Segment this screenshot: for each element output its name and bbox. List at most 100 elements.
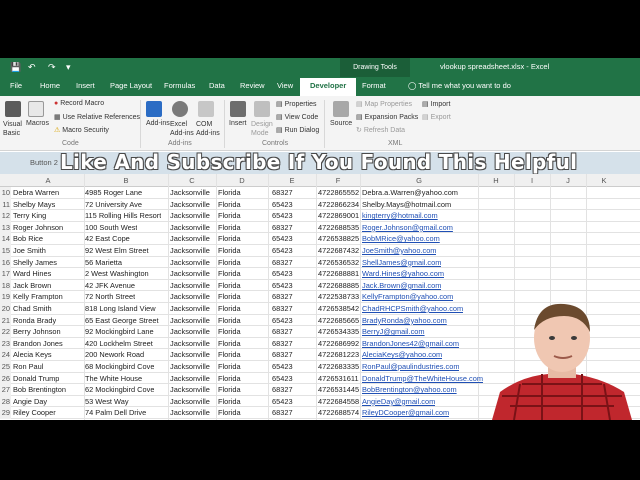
row-number[interactable]: 16 (0, 256, 11, 269)
cell-e[interactable]: 65423 (272, 361, 293, 372)
macro-security-button[interactable]: ⚠ Macro Security (54, 126, 109, 134)
cell-d[interactable]: Florida (218, 384, 241, 395)
macros-button[interactable]: Macros (26, 120, 49, 127)
cell-f[interactable]: 4722688881 (318, 268, 359, 279)
cell-f[interactable]: 4722681223 (318, 349, 359, 360)
cell-e[interactable]: 68327 (272, 338, 293, 349)
cell-g[interactable]: BerryJ@gmail.com (362, 326, 425, 337)
cell-d[interactable]: Florida (218, 396, 241, 407)
cell-c[interactable]: Jacksonville (170, 361, 210, 372)
cell-d[interactable]: Florida (218, 315, 241, 326)
row-number[interactable]: 24 (0, 349, 11, 361)
column-header-c[interactable]: C (168, 176, 216, 185)
customize-qat-icon[interactable]: ▾ (66, 62, 71, 73)
cell-f[interactable]: 4722684558 (318, 396, 359, 407)
cell-c[interactable]: Jacksonville (170, 257, 210, 268)
cell-a[interactable]: Shelly James (13, 257, 57, 268)
cell-g[interactable]: DonaldTrump@TheWhiteHouse.com (362, 373, 483, 384)
tab-page-layout[interactable]: Page Layout (110, 81, 152, 90)
cell-e[interactable]: 68327 (272, 326, 293, 337)
cell-b[interactable]: 200 Nework Road (85, 349, 144, 360)
cell-b[interactable]: 4985 Roger Lane (85, 187, 142, 198)
cell-f[interactable]: 4722688535 (318, 222, 359, 233)
cell-d[interactable]: Florida (218, 326, 241, 337)
redo-icon[interactable]: ↷ (48, 62, 56, 73)
tell-me-search[interactable]: ◯ Tell me what you want to do (408, 81, 511, 90)
tab-view[interactable]: View (277, 81, 293, 90)
cell-g[interactable]: ChadRHCPSmith@yahoo.com (362, 303, 463, 314)
insert-control-button[interactable]: Insert (229, 120, 247, 127)
cell-f[interactable]: 4726538542 (318, 303, 359, 314)
column-header-i[interactable]: I (514, 176, 550, 185)
cell-b[interactable]: The White House (85, 373, 142, 384)
cell-f[interactable]: 4726534335 (318, 326, 359, 337)
cell-f[interactable]: 4722686992 (318, 338, 359, 349)
record-macro-button[interactable]: ● Record Macro (54, 100, 104, 107)
cell-e[interactable]: 65423 (272, 280, 293, 291)
cell-c[interactable]: Jacksonville (170, 326, 210, 337)
cell-e[interactable]: 68327 (272, 291, 293, 302)
cell-a[interactable]: Brandon Jones (13, 338, 63, 349)
tab-home[interactable]: Home (40, 81, 60, 90)
cell-d[interactable]: Florida (218, 199, 241, 210)
column-header-j[interactable]: J (550, 176, 586, 185)
cell-c[interactable]: Jacksonville (170, 315, 210, 326)
cell-e[interactable]: 65423 (272, 396, 293, 407)
cell-f[interactable]: 4722685665 (318, 315, 359, 326)
cell-a[interactable]: Alecia Keys (13, 349, 52, 360)
cell-f[interactable]: 4722688885 (318, 280, 359, 291)
cell-f[interactable]: 4722869001 (318, 210, 359, 221)
cell-g[interactable]: JoeSmith@yahoo.com (362, 245, 436, 256)
row-number[interactable]: 25 (0, 361, 11, 373)
row-number[interactable]: 23 (0, 337, 11, 350)
cell-d[interactable]: Florida (218, 349, 241, 360)
row-number[interactable]: 19 (0, 291, 11, 303)
cell-g[interactable]: BrandonJones42@gmail.com (362, 338, 459, 349)
row-number[interactable]: 11 (0, 198, 11, 211)
cell-g[interactable]: Shelby.Mays@hotmail.com (362, 199, 451, 210)
cell-a[interactable]: Roger Johnson (13, 222, 63, 233)
cell-a[interactable]: Bob Brentington (13, 384, 66, 395)
cell-a[interactable]: Jack Brown (13, 280, 51, 291)
cell-e[interactable]: 65423 (272, 245, 293, 256)
row-number[interactable]: 17 (0, 268, 11, 280)
row-number[interactable]: 29 (0, 407, 11, 419)
cell-b[interactable]: 65 East George Street (85, 315, 159, 326)
row-number[interactable]: 15 (0, 245, 11, 257)
row-number[interactable]: 21 (0, 314, 11, 327)
cell-b[interactable]: 62 Mockingbird Cove (85, 384, 154, 395)
cell-f[interactable]: 4722538733 (318, 291, 359, 302)
tab-developer[interactable]: Developer (300, 78, 357, 96)
macros-icon[interactable] (28, 101, 44, 117)
cell-e[interactable]: 68327 (272, 407, 293, 418)
cell-e[interactable]: 65423 (272, 210, 293, 221)
source-button[interactable]: Source (330, 120, 352, 127)
undo-icon[interactable]: ↶ (28, 62, 36, 73)
cell-g[interactable]: BobMRice@yahoo.com (362, 233, 440, 244)
row-number[interactable]: 18 (0, 279, 11, 292)
row-number[interactable]: 14 (0, 233, 11, 245)
cell-d[interactable]: Florida (218, 257, 241, 268)
cell-b[interactable]: 53 West Way (85, 396, 129, 407)
row-number[interactable]: 28 (0, 395, 11, 408)
row-number[interactable]: 26 (0, 372, 11, 385)
cell-g[interactable]: AleciaKeys@yahoo.com (362, 349, 442, 360)
gear-icon[interactable] (172, 101, 188, 117)
cell-b[interactable]: 72 University Ave (85, 199, 142, 210)
cell-c[interactable]: Jacksonville (170, 233, 210, 244)
column-header-a[interactable]: A (12, 176, 84, 185)
export-button[interactable]: ▤ Export (422, 113, 451, 121)
view-code-button[interactable]: ▤ View Code (276, 113, 318, 121)
column-header-k[interactable]: K (586, 176, 622, 185)
cell-a[interactable]: Donald Trump (13, 373, 59, 384)
cell-d[interactable]: Florida (218, 210, 241, 221)
cell-b[interactable]: 92 Mockingbird Lane (85, 326, 154, 337)
column-header-g[interactable]: G (360, 176, 478, 185)
cell-b[interactable]: 818 Long Island View (85, 303, 156, 314)
cell-a[interactable]: Terry King (13, 210, 46, 221)
cell-f[interactable]: 4722687432 (318, 245, 359, 256)
cell-e[interactable]: 65423 (272, 199, 293, 210)
cell-g[interactable]: Debra.a.Warren@yahoo.com (362, 187, 458, 198)
cell-e[interactable]: 65423 (272, 233, 293, 244)
cell-f[interactable]: 4722865552 (318, 187, 359, 198)
